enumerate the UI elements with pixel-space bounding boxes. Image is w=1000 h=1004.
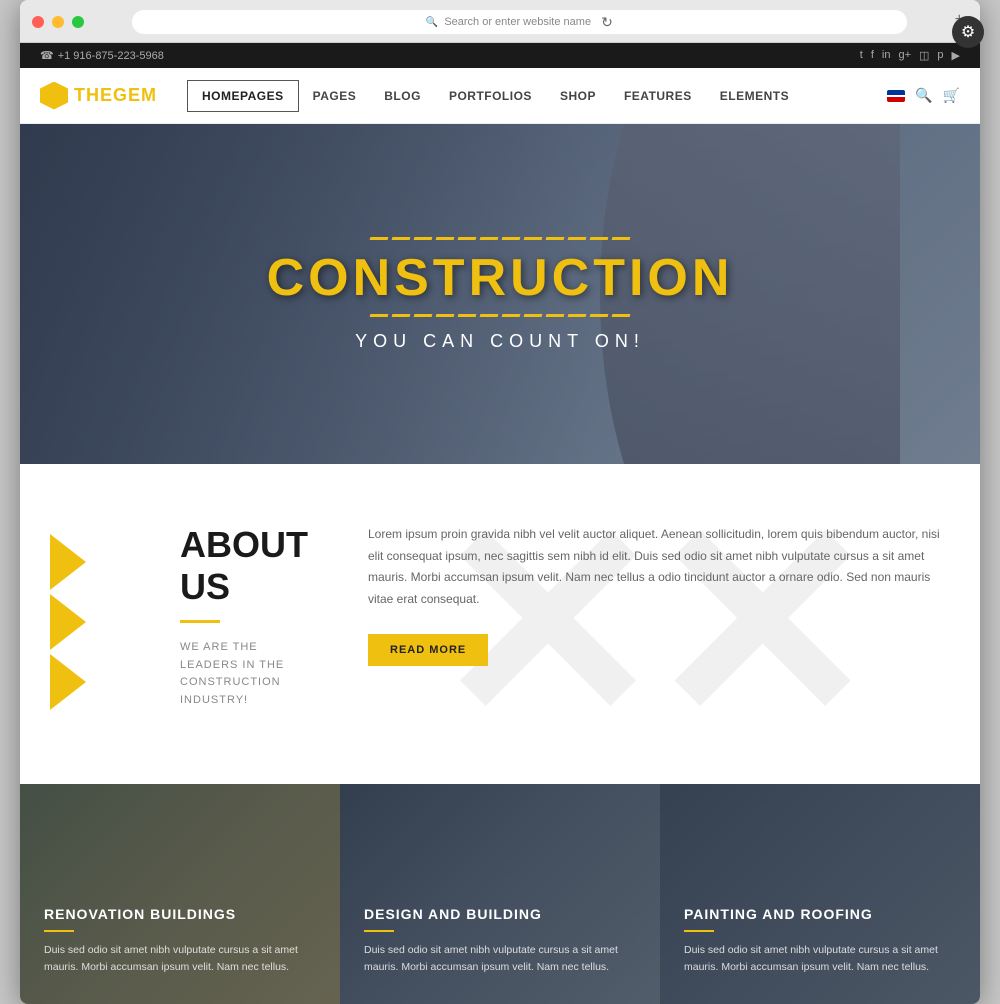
dash-9 bbox=[546, 237, 565, 240]
refresh-icon[interactable]: ↻ bbox=[601, 14, 613, 31]
fullscreen-button[interactable] bbox=[72, 16, 84, 28]
dash-8 bbox=[524, 237, 543, 240]
browser-controls: 🔍 Search or enter website name ↻ + bbox=[32, 10, 968, 34]
service-renovation-content: RENOVATION BUILDINGS Duis sed odio sit a… bbox=[44, 906, 316, 976]
hero-dashes-top bbox=[267, 237, 734, 240]
about-section: ✕✕ ABOUT US WE ARE THE LEADERS IN THE CO… bbox=[20, 464, 980, 784]
dash-b9 bbox=[546, 314, 565, 317]
dash-3 bbox=[414, 237, 433, 240]
about-right: Lorem ipsum proin gravida nibh vel velit… bbox=[308, 524, 940, 724]
pinterest-icon[interactable]: p bbox=[937, 49, 943, 62]
hero-content: CONSTRUCTION YOU CAN COUNT ON! bbox=[267, 237, 734, 352]
dash-b1 bbox=[370, 314, 389, 317]
logo-icon bbox=[40, 82, 68, 110]
service-renovation-title: RENOVATION BUILDINGS bbox=[44, 906, 316, 922]
nav-links: HOMEPAGES PAGES BLOG PORTFOLIOS SHOP FEA… bbox=[187, 80, 887, 112]
dash-b6 bbox=[480, 314, 499, 317]
logo-text: THEGEM bbox=[74, 85, 157, 106]
read-more-button[interactable]: READ MORE bbox=[368, 634, 488, 666]
service-design-content: DESIGN AND BUILDING Duis sed odio sit am… bbox=[364, 906, 636, 976]
about-body-text: Lorem ipsum proin gravida nibh vel velit… bbox=[368, 524, 940, 610]
about-tagline: WE ARE THE LEADERS IN THE CONSTRUCTION I… bbox=[180, 639, 308, 709]
service-painting-title: PAINTING AND ROOFING bbox=[684, 906, 956, 922]
social-links: t f in g+ ◫ p ▶ bbox=[860, 49, 960, 62]
service-card-painting: PAINTING AND ROOFING Duis sed odio sit a… bbox=[660, 784, 980, 1004]
phone-info: ☎ +1 916-875-223-5968 bbox=[40, 49, 164, 62]
dash-b7 bbox=[502, 314, 521, 317]
nav-blog[interactable]: BLOG bbox=[370, 81, 435, 111]
dash-b10 bbox=[568, 314, 587, 317]
dash-b12 bbox=[612, 314, 631, 317]
service-painting-content: PAINTING AND ROOFING Duis sed odio sit a… bbox=[684, 906, 956, 976]
nav-bar: THEGEM HOMEPAGES PAGES BLOG PORTFOLIOS S… bbox=[20, 68, 980, 124]
nav-right: 🔍 🛒 bbox=[887, 87, 960, 104]
service-painting-underline bbox=[684, 930, 714, 932]
logo[interactable]: THEGEM bbox=[40, 82, 157, 110]
logo-the: THE bbox=[74, 85, 113, 105]
dash-6 bbox=[480, 237, 499, 240]
dash-5 bbox=[458, 237, 477, 240]
nav-features[interactable]: FEATURES bbox=[610, 81, 706, 111]
language-flag[interactable] bbox=[887, 90, 905, 102]
dash-b2 bbox=[392, 314, 411, 317]
service-renovation-text: Duis sed odio sit amet nibh vulputate cu… bbox=[44, 942, 316, 976]
nav-search-icon[interactable]: 🔍 bbox=[915, 87, 932, 104]
instagram-icon[interactable]: ◫ bbox=[919, 49, 929, 62]
service-painting-text: Duis sed odio sit amet nibh vulputate cu… bbox=[684, 942, 956, 976]
about-left: ABOUT US WE ARE THE LEADERS IN THE CONST… bbox=[60, 524, 308, 724]
nav-homepages[interactable]: HOMEPAGES bbox=[187, 80, 299, 112]
nav-cart-icon[interactable]: 🛒 bbox=[943, 87, 960, 104]
service-card-renovation: RENOVATION BUILDINGS Duis sed odio sit a… bbox=[20, 784, 340, 1004]
nav-elements[interactable]: ELEMENTS bbox=[706, 81, 803, 111]
dash-b8 bbox=[524, 314, 543, 317]
close-button[interactable] bbox=[32, 16, 44, 28]
gear-icon: ⚙ bbox=[961, 22, 975, 42]
nav-pages[interactable]: PAGES bbox=[299, 81, 371, 111]
dash-7 bbox=[502, 237, 521, 240]
dash-11 bbox=[590, 237, 609, 240]
dash-1 bbox=[370, 237, 389, 240]
service-design-underline bbox=[364, 930, 394, 932]
about-underline bbox=[180, 620, 220, 623]
services-section: RENOVATION BUILDINGS Duis sed odio sit a… bbox=[20, 784, 980, 1004]
top-bar: ☎ +1 916-875-223-5968 t f in g+ ◫ p ▶ bbox=[20, 43, 980, 68]
hero-section: CONSTRUCTION YOU CAN COUNT ON! bbox=[20, 124, 980, 464]
hero-subtitle: YOU CAN COUNT ON! bbox=[267, 331, 734, 352]
twitter-icon[interactable]: t bbox=[860, 49, 863, 62]
service-design-text: Duis sed odio sit amet nibh vulputate cu… bbox=[364, 942, 636, 976]
nav-shop[interactable]: SHOP bbox=[546, 81, 610, 111]
address-bar[interactable]: 🔍 Search or enter website name ↻ bbox=[132, 10, 907, 34]
dash-12 bbox=[612, 237, 631, 240]
dash-4 bbox=[436, 237, 455, 240]
hero-dashes-bottom bbox=[267, 314, 734, 317]
site-wrapper: ☎ +1 916-875-223-5968 t f in g+ ◫ p ▶ TH… bbox=[20, 43, 980, 1004]
logo-gem: GEM bbox=[113, 85, 157, 105]
googleplus-icon[interactable]: g+ bbox=[898, 49, 911, 62]
dash-b11 bbox=[590, 314, 609, 317]
phone-icon: ☎ bbox=[40, 49, 54, 62]
service-card-design: DESIGN AND BUILDING Duis sed odio sit am… bbox=[340, 784, 660, 1004]
linkedin-icon[interactable]: in bbox=[882, 49, 891, 62]
dash-2 bbox=[392, 237, 411, 240]
address-text: Search or enter website name bbox=[444, 16, 591, 28]
facebook-icon[interactable]: f bbox=[871, 49, 874, 62]
about-heading: ABOUT US bbox=[180, 524, 308, 608]
service-design-title: DESIGN AND BUILDING bbox=[364, 906, 636, 922]
hero-title: CONSTRUCTION bbox=[267, 248, 734, 308]
search-icon: 🔍 bbox=[426, 17, 438, 28]
browser-chrome: 🔍 Search or enter website name ↻ + bbox=[20, 0, 980, 43]
nav-portfolios[interactable]: PORTFOLIOS bbox=[435, 81, 546, 111]
dash-10 bbox=[568, 237, 587, 240]
youtube-icon[interactable]: ▶ bbox=[952, 49, 960, 62]
dash-b3 bbox=[414, 314, 433, 317]
settings-button[interactable]: ⚙ bbox=[952, 16, 980, 48]
phone-number: +1 916-875-223-5968 bbox=[58, 50, 164, 62]
minimize-button[interactable] bbox=[52, 16, 64, 28]
service-renovation-underline bbox=[44, 930, 74, 932]
dash-b4 bbox=[436, 314, 455, 317]
browser-window: 🔍 Search or enter website name ↻ + ☎ +1 … bbox=[20, 0, 980, 1004]
dash-b5 bbox=[458, 314, 477, 317]
